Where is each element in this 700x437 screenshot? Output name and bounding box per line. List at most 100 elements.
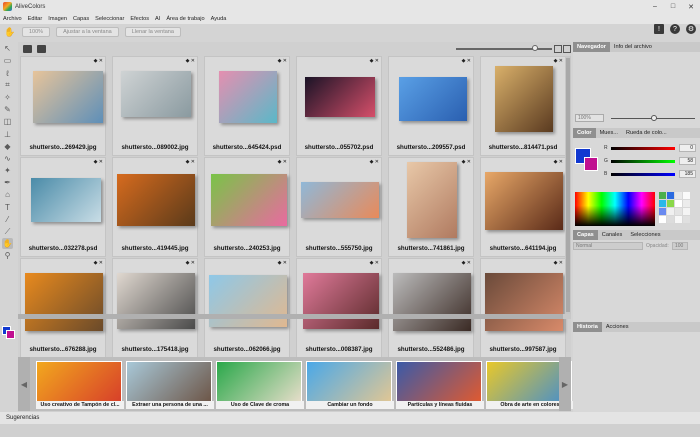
menu-seleccionar[interactable]: Seleccionar: [92, 16, 127, 22]
thumbnail-cell[interactable]: ◆ ✕ shuttersto...269429.jpg: [20, 56, 106, 156]
thumbnail-cell[interactable]: ◆ ✕ shuttersto...997587.jpg: [480, 258, 566, 358]
cell-controls-icon[interactable]: ◆ ✕: [278, 159, 287, 165]
thumbnail-size-slider[interactable]: [456, 45, 552, 51]
thumbnail-cell[interactable]: ◆ ✕ shuttersto...089002.jpg: [112, 56, 198, 156]
pen-tool-icon[interactable]: ✒: [2, 177, 13, 188]
cell-controls-icon[interactable]: ◆ ✕: [94, 159, 103, 165]
color-sample[interactable]: [683, 208, 690, 215]
cell-controls-icon[interactable]: ◆ ✕: [462, 159, 471, 165]
color-sample[interactable]: [659, 216, 666, 223]
cell-controls-icon[interactable]: ◆ ✕: [186, 159, 195, 165]
blue-slider[interactable]: [611, 173, 675, 176]
color-sample[interactable]: [659, 208, 666, 215]
fill-window-button[interactable]: Llenar la ventana: [124, 27, 181, 37]
folder-icon[interactable]: [37, 45, 46, 53]
scrollbar-thumb[interactable]: [566, 58, 570, 312]
cell-controls-icon[interactable]: ◆ ✕: [278, 58, 287, 64]
tab-acciones[interactable]: Acciones: [602, 322, 633, 332]
wand-tool-icon[interactable]: ✧: [2, 92, 13, 103]
thumbnail-cell[interactable]: ◆ ✕ shuttersto...676288.jpg: [20, 258, 106, 358]
thumbnail-cell[interactable]: ◆ ✕ shuttersto...645424.psd: [204, 56, 290, 156]
menu-capas[interactable]: Capas: [70, 16, 92, 22]
thumbnail-cell[interactable]: ◆ ✕ shuttersto...552486.jpg: [388, 258, 474, 358]
blue-value[interactable]: 185: [679, 170, 696, 178]
move-tool-icon[interactable]: ↖: [2, 43, 13, 54]
strip-right-arrow-icon[interactable]: ▶: [559, 357, 571, 411]
tab-color[interactable]: Color: [573, 128, 596, 138]
thumbnail-cell[interactable]: ◆ ✕ shuttersto...641194.jpg: [480, 157, 566, 257]
cell-controls-icon[interactable]: ◆ ✕: [370, 159, 379, 165]
thumbnail-cell[interactable]: ◆ ✕ shuttersto...032278.psd: [20, 157, 106, 257]
slider-knob[interactable]: [532, 45, 538, 51]
navigator-zoom-field[interactable]: 100%: [575, 114, 604, 122]
cell-controls-icon[interactable]: ◆ ✕: [94, 58, 103, 64]
zoom-tool-icon[interactable]: ⚲: [2, 250, 13, 261]
blur-tool-icon[interactable]: ✦: [2, 165, 13, 176]
thumbnail-cell[interactable]: ◆ ✕ shuttersto...419445.jpg: [112, 157, 198, 257]
color-sample[interactable]: [675, 200, 682, 207]
strip-left-arrow-icon[interactable]: ◀: [18, 357, 30, 411]
scrollbar-thumb[interactable]: [18, 314, 563, 319]
navigator-zoom-slider[interactable]: [611, 115, 695, 121]
cell-controls-icon[interactable]: ◆ ✕: [462, 260, 471, 266]
thumbnail-cell[interactable]: ◆ ✕ shuttersto...741861.jpg: [388, 157, 474, 257]
color-sample[interactable]: [683, 192, 690, 199]
thumbnail-cell[interactable]: ◆ ✕ shuttersto...008387.jpg: [296, 258, 382, 358]
hand-tool-button-icon[interactable]: ✋: [2, 238, 13, 250]
color-bg-swatch[interactable]: [584, 157, 598, 171]
color-sample[interactable]: [667, 208, 674, 215]
crop-tool-icon[interactable]: ⌗: [2, 80, 13, 91]
menu-ai[interactable]: AI: [152, 16, 163, 22]
cell-controls-icon[interactable]: ◆ ✕: [186, 58, 195, 64]
close-icon[interactable]: ✕: [682, 0, 700, 13]
tab-navegador[interactable]: Navegador: [573, 42, 610, 52]
cell-controls-icon[interactable]: ◆ ✕: [554, 58, 563, 64]
tutorial-card[interactable]: Extraer una persona de una ...: [126, 361, 214, 409]
color-sample[interactable]: [675, 192, 682, 199]
color-sample[interactable]: [667, 200, 674, 207]
rect-select-tool-icon[interactable]: ▭: [2, 55, 13, 66]
smudge-tool-icon[interactable]: ∿: [2, 153, 13, 164]
color-sample[interactable]: [667, 216, 674, 223]
cell-controls-icon[interactable]: ◆ ✕: [554, 260, 563, 266]
text-tool-icon[interactable]: T: [2, 202, 13, 213]
tab-selecciones[interactable]: Selecciones: [626, 230, 664, 240]
list-view-icon[interactable]: [563, 45, 571, 53]
shape-tool-icon[interactable]: ⌂: [2, 189, 13, 200]
tab-rueda-colores[interactable]: Rueda de colo...: [622, 128, 671, 138]
horizontal-scrollbar[interactable]: [18, 314, 571, 319]
zoom-100-button[interactable]: 100%: [22, 27, 51, 37]
eraser-tool-icon[interactable]: ◫: [2, 116, 13, 127]
cell-controls-icon[interactable]: ◆ ✕: [94, 260, 103, 266]
thumbnail-cell[interactable]: ◆ ✕ shuttersto...055702.psd: [296, 56, 382, 156]
notification-icon[interactable]: !: [654, 24, 664, 34]
red-value[interactable]: 0: [679, 144, 696, 152]
thumbnail-cell[interactable]: ◆ ✕ shuttersto...209557.psd: [388, 56, 474, 156]
red-slider[interactable]: [611, 147, 675, 150]
thumbnail-cell[interactable]: ◆ ✕ shuttersto...062066.jpg: [204, 258, 290, 358]
cell-controls-icon[interactable]: ◆ ✕: [186, 260, 195, 266]
color-sample[interactable]: [667, 192, 674, 199]
background-color-swatch[interactable]: [6, 330, 15, 339]
file-icon[interactable]: [23, 45, 32, 53]
color-spectrum[interactable]: [575, 192, 655, 226]
tab-capas[interactable]: Capas: [573, 230, 598, 240]
menu-efectos[interactable]: Efectos: [127, 16, 152, 22]
thumbnail-cell[interactable]: ◆ ✕ shuttersto...175418.jpg: [112, 258, 198, 358]
minimize-icon[interactable]: –: [646, 0, 664, 13]
stamp-tool-icon[interactable]: ⊥: [2, 129, 13, 140]
vertical-scrollbar[interactable]: [565, 56, 571, 314]
slider-knob[interactable]: [651, 115, 657, 121]
color-sample[interactable]: [675, 208, 682, 215]
menu-ayuda[interactable]: Ayuda: [208, 16, 230, 22]
menu-editar[interactable]: Editar: [25, 16, 46, 22]
thumbnail-cell[interactable]: ◆ ✕ shuttersto...814471.psd: [480, 56, 566, 156]
cell-controls-icon[interactable]: ◆ ✕: [554, 159, 563, 165]
color-sample[interactable]: [675, 216, 682, 223]
cell-controls-icon[interactable]: ◆ ✕: [462, 58, 471, 64]
color-sample[interactable]: [683, 216, 690, 223]
opacity-field[interactable]: 100: [672, 242, 688, 250]
fill-tool-icon[interactable]: ◆: [2, 141, 13, 152]
thumbnail-cell[interactable]: ◆ ✕ shuttersto...240253.jpg: [204, 157, 290, 257]
green-value[interactable]: 58: [679, 157, 696, 165]
